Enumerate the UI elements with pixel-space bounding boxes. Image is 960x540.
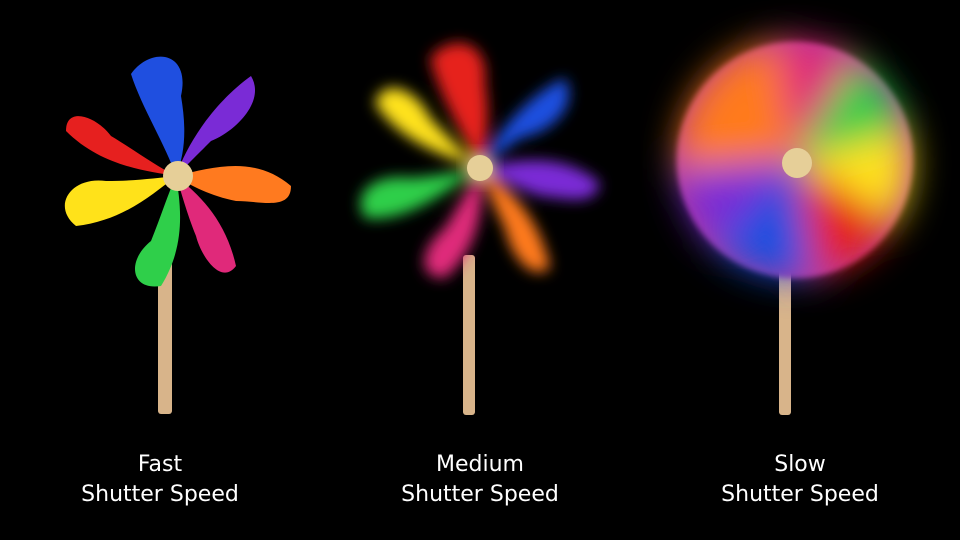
caption-line-2: Shutter Speed: [81, 482, 239, 507]
panel-medium: Medium Shutter Speed: [320, 0, 640, 540]
caption-slow: Slow Shutter Speed: [640, 450, 960, 510]
pinwheel-stick: [463, 255, 475, 415]
pinwheel-fast-image: [64, 56, 291, 414]
caption-line-2: Shutter Speed: [721, 482, 879, 507]
panel-fast: Fast Shutter Speed: [0, 0, 320, 540]
caption-fast: Fast Shutter Speed: [0, 450, 320, 510]
panel-slow: Slow Shutter Speed: [640, 0, 960, 540]
pinwheel-hub: [163, 161, 193, 191]
caption-line-2: Shutter Speed: [401, 482, 559, 507]
pinwheel-medium-image: [360, 43, 600, 415]
caption-line-1: Fast: [137, 452, 183, 477]
pinwheel-slow-image: [677, 40, 913, 415]
caption-medium: Medium Shutter Speed: [320, 450, 640, 510]
shutter-speed-comparison: Fast Shutter Speed Medium Shutter Speed …: [0, 0, 960, 540]
pinwheel-hub: [467, 155, 493, 181]
caption-line-1: Medium: [436, 452, 524, 477]
caption-line-1: Slow: [774, 452, 826, 477]
pinwheel-hub: [782, 148, 812, 178]
